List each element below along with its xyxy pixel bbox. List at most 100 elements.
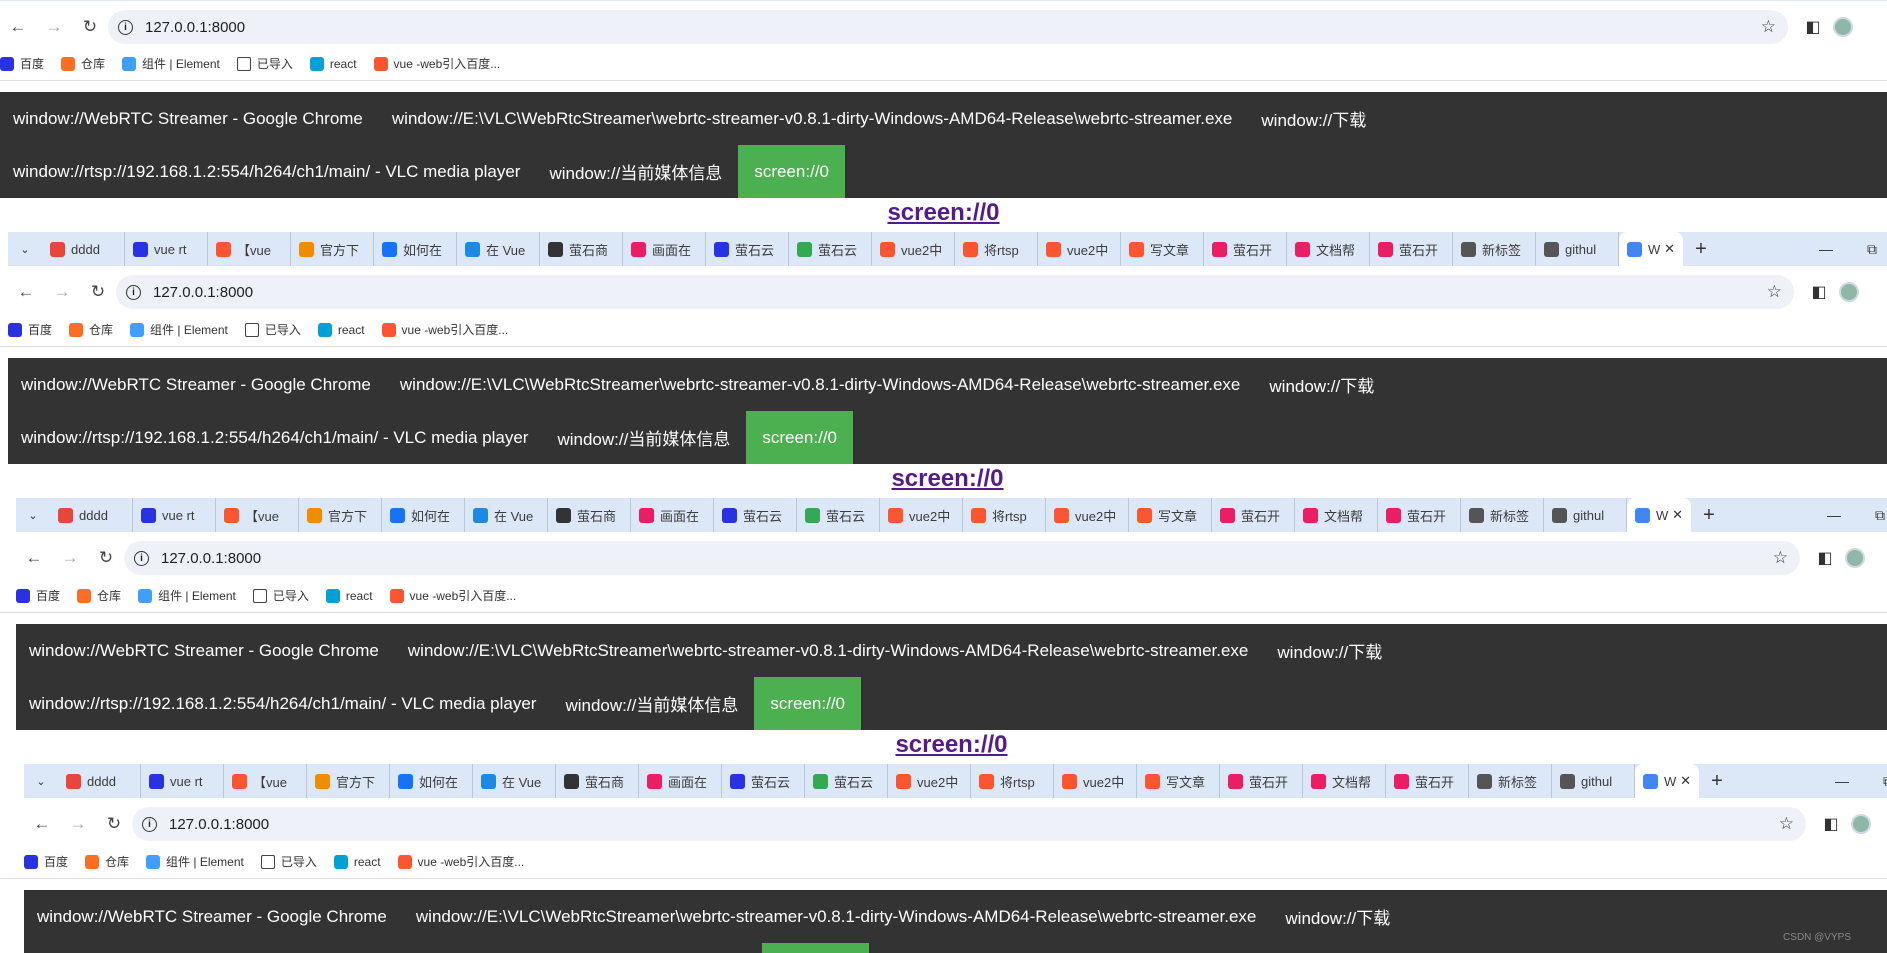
url-text[interactable]: 127.0.0.1:8000: [169, 816, 269, 833]
bookmark-item[interactable]: 仓库: [61, 55, 105, 72]
browser-tab[interactable]: 画面在: [631, 498, 714, 532]
close-tab-icon[interactable]: ✕: [1680, 773, 1691, 789]
bookmark-item[interactable]: 仓库: [85, 853, 129, 870]
browser-tab[interactable]: 如何在: [382, 498, 465, 532]
browser-tab[interactable]: vue2中: [1038, 232, 1121, 266]
browser-tab[interactable]: 萤石云: [714, 498, 797, 532]
bookmark-item[interactable]: vue -web引入百度...: [389, 587, 516, 604]
browser-tab[interactable]: 官方下: [307, 764, 390, 798]
url-text[interactable]: 127.0.0.1:8000: [153, 284, 253, 301]
browser-tab[interactable]: 将rtsp: [955, 232, 1038, 266]
source-option[interactable]: window://当前媒体信息: [552, 677, 754, 730]
side-panel-icon[interactable]: ◧: [1810, 543, 1840, 573]
profile-avatar-button[interactable]: [1846, 809, 1876, 839]
bookmark-item[interactable]: 百度: [24, 853, 68, 870]
new-tab-button[interactable]: +: [1699, 764, 1735, 798]
browser-tab[interactable]: 萤石商: [540, 232, 623, 266]
browser-tab[interactable]: 萤石云: [706, 232, 789, 266]
restore-button[interactable]: ⧉: [1857, 498, 1887, 532]
browser-tab[interactable]: 萤石商: [556, 764, 639, 798]
browser-tab[interactable]: githul: [1552, 764, 1635, 798]
profile-avatar-button[interactable]: [1828, 12, 1858, 42]
browser-tab[interactable]: 写文章: [1129, 498, 1212, 532]
browser-tab[interactable]: vue rt: [125, 232, 208, 266]
browser-tab[interactable]: 在 Vue: [465, 498, 548, 532]
address-bar[interactable]: i 127.0.0.1:8000 ☆: [108, 10, 1788, 44]
bookmark-star-icon[interactable]: ☆: [1767, 282, 1782, 302]
source-option[interactable]: window://rtsp://192.168.1.2:554/h264/ch1…: [16, 677, 552, 730]
bookmark-item[interactable]: vue -web引入百度...: [397, 853, 524, 870]
browser-tab[interactable]: 萤石开: [1212, 498, 1295, 532]
forward-arrow-icon[interactable]: →: [52, 540, 88, 576]
browser-tab[interactable]: vue2中: [1046, 498, 1129, 532]
browser-tab[interactable]: 如何在: [374, 232, 457, 266]
source-option[interactable]: window://下载: [1272, 890, 1406, 943]
browser-tab[interactable]: 画面在: [639, 764, 722, 798]
tab-search-chevron-icon[interactable]: ⌄: [24, 764, 58, 798]
browser-tab[interactable]: 文档帮: [1287, 232, 1370, 266]
minimize-button[interactable]: —: [1811, 498, 1857, 532]
site-info-icon[interactable]: i: [134, 550, 149, 566]
minimize-button[interactable]: —: [1819, 764, 1865, 798]
bookmark-item[interactable]: 已导入: [236, 55, 293, 72]
browser-tab[interactable]: 写文章: [1121, 232, 1204, 266]
address-bar[interactable]: i 127.0.0.1:8000 ☆: [116, 275, 1794, 309]
bookmark-item[interactable]: 组件 | Element: [146, 853, 244, 870]
address-bar[interactable]: i 127.0.0.1:8000 ☆: [124, 541, 1800, 575]
browser-tab[interactable]: 将rtsp: [963, 498, 1046, 532]
source-option[interactable]: window://E:\VLC\WebRtcStreamer\webrtc-st…: [395, 624, 1265, 677]
bookmark-item[interactable]: 已导入: [260, 853, 317, 870]
capture-heading-link[interactable]: screen://0: [0, 199, 1887, 227]
browser-tab[interactable]: dddd: [50, 498, 133, 532]
browser-tab[interactable]: vue2中: [872, 232, 955, 266]
browser-tab[interactable]: 新标签: [1461, 498, 1544, 532]
reload-icon[interactable]: ↻: [96, 806, 132, 842]
back-arrow-icon[interactable]: ←: [16, 540, 52, 576]
side-panel-icon[interactable]: ◧: [1798, 12, 1828, 42]
source-option[interactable]: window://E:\VLC\WebRtcStreamer\webrtc-st…: [387, 358, 1257, 411]
forward-arrow-icon[interactable]: →: [60, 806, 96, 842]
browser-tab[interactable]: 萤石商: [548, 498, 631, 532]
new-tab-button[interactable]: +: [1691, 498, 1727, 532]
browser-tab[interactable]: 萤石开: [1370, 232, 1453, 266]
minimize-button[interactable]: —: [1803, 232, 1849, 266]
back-arrow-icon[interactable]: ←: [8, 274, 44, 310]
browser-tab[interactable]: 【vue: [224, 764, 307, 798]
source-option[interactable]: window://WebRTC Streamer - Google Chrome: [0, 92, 379, 145]
bookmark-item[interactable]: react: [333, 854, 381, 869]
browser-tab[interactable]: githul: [1536, 232, 1619, 266]
browser-tab[interactable]: 萤石云: [789, 232, 872, 266]
browser-tab[interactable]: dddd: [58, 764, 141, 798]
source-option[interactable]: window://WebRTC Streamer - Google Chrome: [8, 358, 387, 411]
tab-search-chevron-icon[interactable]: ⌄: [8, 232, 42, 266]
browser-tab[interactable]: 将rtsp: [971, 764, 1054, 798]
source-option[interactable]: window://rtsp://192.168.1.2:554/h264/ch1…: [8, 411, 544, 464]
site-info-icon[interactable]: i: [142, 816, 157, 832]
tab-active[interactable]: W ✕: [1619, 232, 1683, 266]
reload-icon[interactable]: ↻: [80, 274, 116, 310]
source-option[interactable]: window://下载: [1264, 624, 1398, 677]
source-option-selected[interactable]: screen://0: [754, 677, 861, 730]
browser-tab[interactable]: 官方下: [291, 232, 374, 266]
browser-tab[interactable]: 萤石开: [1220, 764, 1303, 798]
source-option-selected[interactable]: screen://0: [762, 943, 869, 953]
source-option[interactable]: window://rtsp://192.168.1.2:554/h264/ch1…: [24, 943, 560, 953]
browser-tab[interactable]: 画面在: [623, 232, 706, 266]
browser-tab[interactable]: 文档帮: [1303, 764, 1386, 798]
restore-button[interactable]: ⧉: [1865, 764, 1887, 798]
bookmark-item[interactable]: 组件 | Element: [138, 587, 236, 604]
side-panel-icon[interactable]: ◧: [1816, 809, 1846, 839]
browser-tab[interactable]: githul: [1544, 498, 1627, 532]
browser-tab[interactable]: 新标签: [1453, 232, 1536, 266]
side-panel-icon[interactable]: ◧: [1804, 277, 1834, 307]
browser-tab[interactable]: vue2中: [888, 764, 971, 798]
bookmark-item[interactable]: 组件 | Element: [122, 55, 220, 72]
reload-icon[interactable]: ↻: [88, 540, 124, 576]
source-option[interactable]: window://WebRTC Streamer - Google Chrome: [24, 890, 403, 943]
source-option[interactable]: window://rtsp://192.168.1.2:554/h264/ch1…: [0, 145, 536, 198]
bookmark-item[interactable]: 百度: [16, 587, 60, 604]
source-option-selected[interactable]: screen://0: [738, 145, 845, 198]
bookmark-star-icon[interactable]: ☆: [1773, 548, 1788, 568]
bookmark-item[interactable]: vue -web引入百度...: [381, 321, 508, 338]
address-bar[interactable]: i 127.0.0.1:8000 ☆: [132, 807, 1806, 841]
